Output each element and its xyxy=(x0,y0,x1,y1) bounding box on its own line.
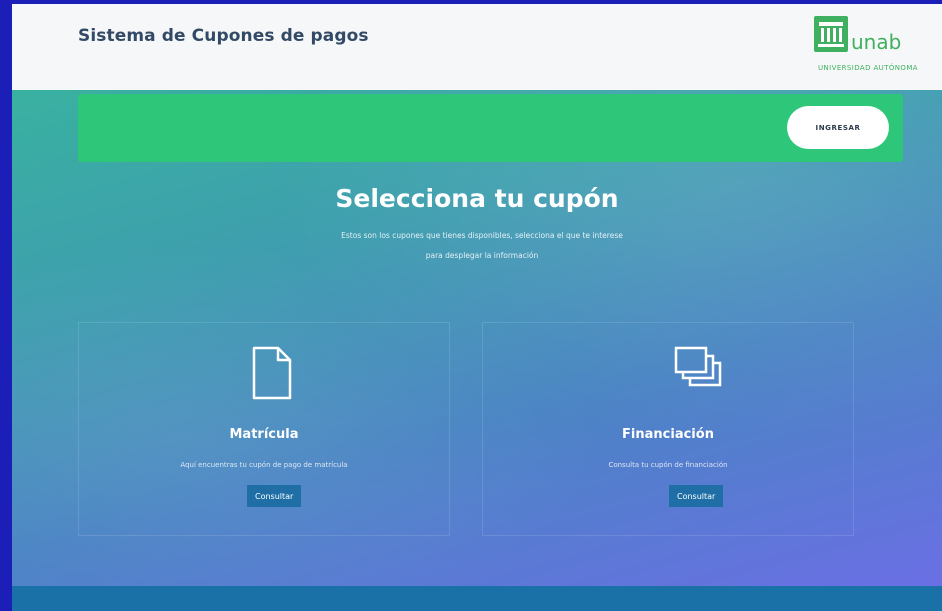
building-icon xyxy=(814,16,848,52)
card-title: Matrícula xyxy=(229,427,299,442)
logo-subtext: UNIVERSIDAD AUTÓNOMA xyxy=(818,64,918,72)
consultar-financiacion-button[interactable]: Consultar xyxy=(669,485,724,507)
card-title: Financiación xyxy=(622,427,714,442)
document-icon xyxy=(251,345,293,405)
consultar-matricula-button[interactable]: Consultar xyxy=(247,485,302,507)
card-text: Aquí encuentras tu cupón de pago de matr… xyxy=(180,461,348,469)
logo-text: unab xyxy=(851,30,902,54)
unab-logo[interactable]: unab UNIVERSIDAD AUTÓNOMA xyxy=(814,16,924,78)
description-line-1: Estos son los cupones que tienes disponi… xyxy=(341,231,623,240)
card-financiacion: Financiación Consulta tu cupón de financ… xyxy=(482,322,854,536)
description-line-2: para desplegar la información xyxy=(425,251,539,260)
top-action-bar xyxy=(78,94,903,162)
copy-icon xyxy=(673,345,731,401)
header: Sistema de Cupones de pagos unab UNIVERS… xyxy=(12,4,942,90)
card-matricula: Matrícula Aquí encuentras tu cupón de pa… xyxy=(78,322,450,536)
app-title: Sistema de Cupones de pagos xyxy=(78,26,369,46)
page-description: Estos son los cupones que tienes disponi… xyxy=(292,226,672,266)
page-title: Selecciona tu cupón xyxy=(335,184,619,213)
card-text: Consulta tu cupón de financiación xyxy=(608,461,728,469)
login-button[interactable]: INGRESAR xyxy=(787,106,889,149)
footer xyxy=(12,586,942,611)
app-window: Sistema de Cupones de pagos unab UNIVERS… xyxy=(12,4,942,611)
